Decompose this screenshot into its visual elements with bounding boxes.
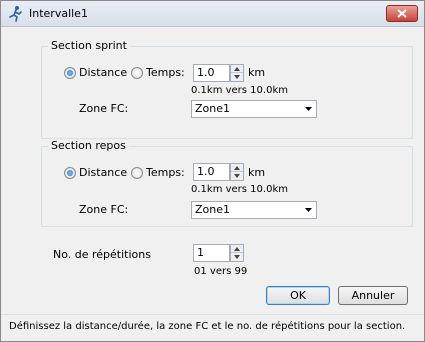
- dialog-window: Intervalle1 Section sprint Distance Temp…: [0, 0, 425, 342]
- sprint-group-label: Section sprint: [48, 39, 130, 52]
- runner-icon: [7, 5, 25, 23]
- status-bar: Définissez la distance/durée, la zone FC…: [1, 314, 424, 341]
- repetitions-label: No. de répétitions: [53, 248, 151, 261]
- repos-group-label: Section repos: [48, 139, 129, 152]
- window-title: Intervalle1: [29, 7, 88, 20]
- repos-distance-label[interactable]: Distance: [79, 166, 127, 179]
- sprint-temps-label[interactable]: Temps:: [146, 66, 185, 79]
- repetitions-input[interactable]: 1: [193, 244, 230, 262]
- repos-zone-value: Zone1: [195, 203, 231, 216]
- arrow-up-icon: [234, 67, 240, 71]
- title-bar[interactable]: Intervalle1: [1, 1, 424, 27]
- cancel-button[interactable]: Annuler: [338, 286, 408, 305]
- chevron-down-icon: [305, 107, 312, 111]
- arrow-down-icon: [234, 255, 240, 259]
- status-text: Définissez la distance/durée, la zone FC…: [9, 321, 406, 332]
- sprint-zone-value: Zone1: [195, 102, 231, 115]
- chevron-down-icon: [305, 208, 312, 212]
- arrow-up-icon: [234, 247, 240, 251]
- close-icon: [397, 9, 407, 18]
- sprint-unit: km: [248, 66, 266, 79]
- repos-distance-spinner[interactable]: [230, 163, 244, 181]
- sprint-temps-radio[interactable]: [131, 67, 143, 79]
- sprint-zone-label: Zone FC:: [79, 102, 129, 115]
- repos-range: 0.1km vers 10.0km: [191, 184, 288, 195]
- spin-down-button[interactable]: [231, 253, 243, 261]
- repos-temps-label[interactable]: Temps:: [146, 166, 185, 179]
- repos-zone-label: Zone FC:: [79, 203, 129, 216]
- sprint-range: 0.1km vers 10.0km: [191, 85, 288, 96]
- spin-down-button[interactable]: [231, 172, 243, 180]
- sprint-distance-label[interactable]: Distance: [79, 66, 127, 79]
- repos-zone-select[interactable]: Zone1: [191, 201, 317, 219]
- sprint-distance-input[interactable]: 1.0: [193, 64, 230, 82]
- sprint-zone-select[interactable]: Zone1: [191, 100, 317, 118]
- ok-button[interactable]: OK: [266, 286, 330, 305]
- arrow-down-icon: [234, 75, 240, 79]
- repos-unit: km: [248, 166, 266, 179]
- repetitions-spinner[interactable]: [230, 244, 244, 262]
- arrow-up-icon: [234, 166, 240, 170]
- spin-up-button[interactable]: [231, 65, 243, 73]
- repos-temps-radio[interactable]: [131, 167, 143, 179]
- sprint-distance-spinner[interactable]: [230, 64, 244, 82]
- repetitions-range: 01 vers 99: [194, 266, 248, 277]
- repos-distance-input[interactable]: 1.0: [193, 163, 230, 181]
- spin-up-button[interactable]: [231, 245, 243, 253]
- arrow-down-icon: [234, 174, 240, 178]
- close-button[interactable]: [386, 5, 418, 22]
- sprint-distance-radio[interactable]: [64, 67, 76, 79]
- spin-down-button[interactable]: [231, 73, 243, 81]
- repos-distance-radio[interactable]: [64, 167, 76, 179]
- spin-up-button[interactable]: [231, 164, 243, 172]
